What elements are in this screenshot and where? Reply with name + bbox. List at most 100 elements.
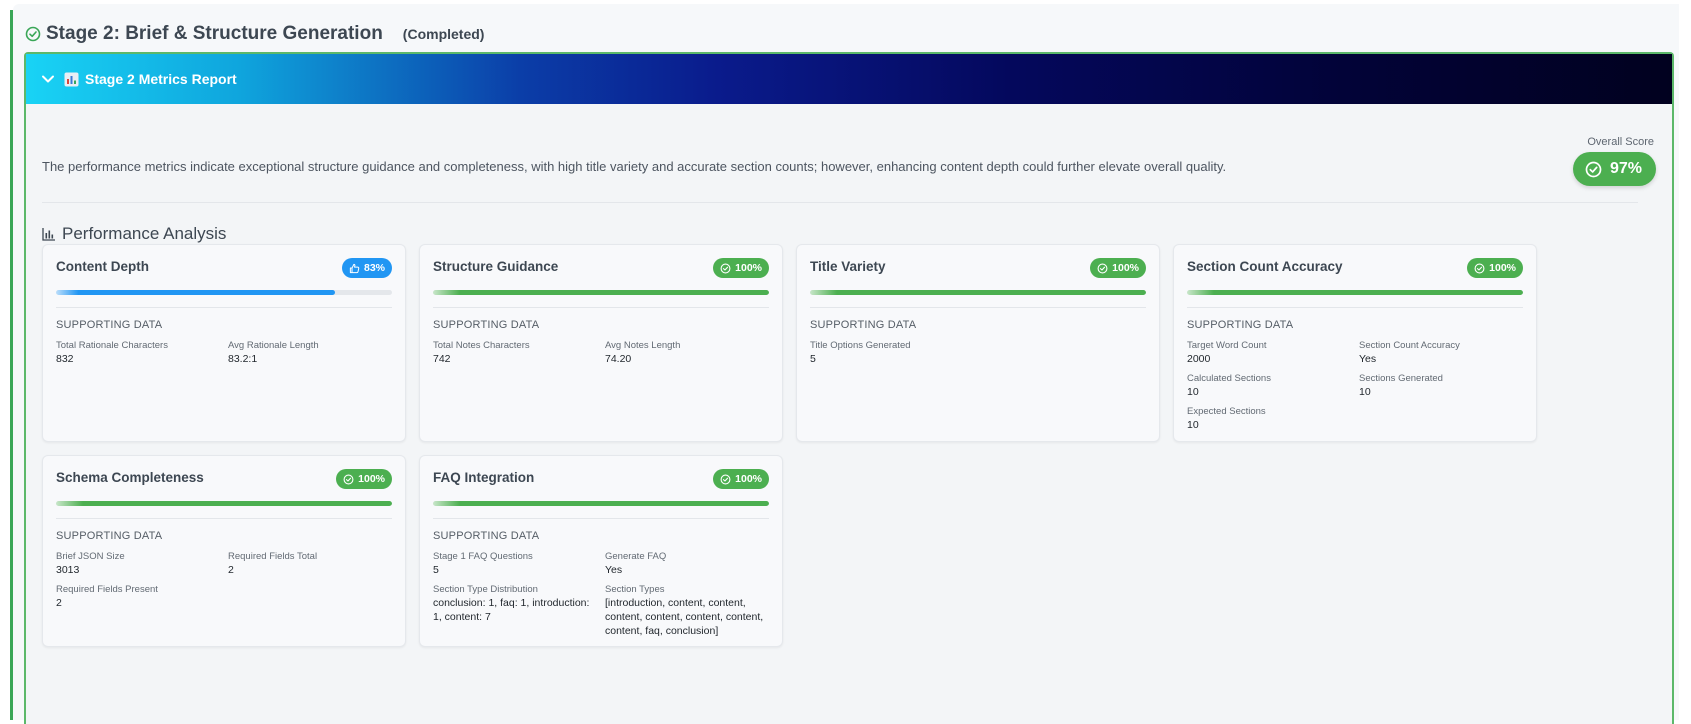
data-value: 74.20 bbox=[605, 353, 632, 365]
progress-fill bbox=[810, 290, 1146, 295]
report-toggle-header[interactable]: Stage 2 Metrics Report bbox=[26, 54, 1672, 104]
progress-fill bbox=[433, 290, 769, 295]
bar-chart-emoji-icon bbox=[64, 72, 79, 86]
stage-header: Stage 2: Brief & Structure Generation (C… bbox=[25, 18, 484, 50]
data-key: Expected Sections bbox=[1187, 406, 1266, 417]
check-circle-icon bbox=[343, 474, 354, 484]
performance-title: Performance Analysis bbox=[62, 224, 227, 243]
supporting-data-grid: Title Options Generated 5 bbox=[810, 340, 1148, 366]
progress-fill bbox=[56, 290, 335, 295]
check-circle-icon bbox=[720, 263, 731, 273]
chevron-down-icon bbox=[42, 75, 54, 83]
check-circle-icon bbox=[25, 26, 41, 42]
card-divider bbox=[433, 307, 769, 308]
supporting-data-grid: Total Notes Characters 742 Avg Notes Leng… bbox=[433, 340, 771, 366]
data-item: Sections Generated 10 bbox=[1359, 373, 1525, 399]
card-divider bbox=[810, 307, 1146, 308]
stage-title: Stage 2: Brief & Structure Generation bbox=[46, 23, 383, 44]
data-key: Section Count Accuracy bbox=[1359, 340, 1460, 351]
data-key: Target Word Count bbox=[1187, 340, 1267, 351]
score-badge: 100% bbox=[336, 469, 392, 489]
progress-fill bbox=[56, 501, 392, 506]
data-item: Generate FAQ Yes bbox=[605, 551, 771, 577]
data-item: Total Rationale Characters 832 bbox=[56, 340, 228, 366]
data-item: Avg Notes Length 74.20 bbox=[605, 340, 771, 366]
score-badge: 100% bbox=[1467, 258, 1523, 278]
data-key: Calculated Sections bbox=[1187, 373, 1271, 384]
data-key: Required Fields Present bbox=[56, 584, 158, 595]
supporting-data-label: SUPPORTING DATA bbox=[433, 319, 540, 331]
stage-panel: Stage 2: Brief & Structure Generation (C… bbox=[13, 4, 1679, 724]
overall-score-badge: 97% bbox=[1572, 152, 1656, 186]
progress-bar bbox=[433, 290, 769, 295]
overall-score-label: Overall Score bbox=[1587, 136, 1654, 148]
score-badge: 100% bbox=[713, 469, 769, 489]
supporting-data-label: SUPPORTING DATA bbox=[810, 319, 917, 331]
data-item: Section Count Accuracy Yes bbox=[1359, 340, 1525, 366]
supporting-data-label: SUPPORTING DATA bbox=[1187, 319, 1294, 331]
card-divider bbox=[56, 307, 392, 308]
metric-card-section-count-accuracy: Section Count Accuracy 100% SUPPORTING D… bbox=[1173, 244, 1537, 442]
score-badge: 100% bbox=[1090, 258, 1146, 278]
progress-bar bbox=[810, 290, 1146, 295]
data-key: Avg Rationale Length bbox=[228, 340, 319, 351]
page: Stage 2: Brief & Structure Generation (C… bbox=[0, 0, 1691, 724]
supporting-data-label: SUPPORTING DATA bbox=[433, 530, 540, 542]
score-value: 100% bbox=[358, 473, 385, 485]
data-item: Avg Rationale Length 83.2:1 bbox=[228, 340, 394, 366]
score-badge: 100% bbox=[713, 258, 769, 278]
data-value: 2 bbox=[56, 597, 62, 609]
score-value: 83% bbox=[363, 262, 385, 274]
supporting-data-grid: Target Word Count 2000 Section Count Accu… bbox=[1187, 340, 1525, 432]
progress-bar bbox=[56, 501, 392, 506]
data-item: Title Options Generated 5 bbox=[810, 340, 982, 366]
performance-heading: Performance Analysis bbox=[42, 224, 226, 244]
data-value: 5 bbox=[810, 353, 816, 365]
data-item: Expected Sections 10 bbox=[1187, 406, 1359, 432]
metric-card-structure-guidance: Structure Guidance 100% SUPPORTING DATA … bbox=[419, 244, 783, 442]
data-key: Brief JSON Size bbox=[56, 551, 125, 562]
data-key: Total Notes Characters bbox=[433, 340, 530, 351]
progress-bar bbox=[1187, 290, 1523, 295]
data-value: Yes bbox=[605, 564, 623, 576]
card-divider bbox=[56, 518, 392, 519]
data-item: Target Word Count 2000 bbox=[1187, 340, 1359, 366]
check-circle-icon bbox=[1585, 161, 1602, 177]
data-key: Generate FAQ bbox=[605, 551, 667, 562]
progress-bar bbox=[56, 290, 392, 295]
data-value: 3013 bbox=[56, 564, 80, 576]
data-key: Title Options Generated bbox=[810, 340, 911, 351]
check-circle-icon bbox=[1474, 263, 1485, 273]
metric-card-schema-completeness: Schema Completeness 100% SUPPORTING DATA… bbox=[42, 455, 406, 647]
data-value: 10 bbox=[1359, 386, 1371, 398]
overall-score: Overall Score 97% bbox=[1572, 136, 1656, 186]
data-item: Section Types [introduction, content, con… bbox=[605, 584, 771, 638]
data-item: Total Notes Characters 742 bbox=[433, 340, 605, 366]
report-title: Stage 2 Metrics Report bbox=[85, 71, 237, 87]
data-key: Sections Generated bbox=[1359, 373, 1443, 384]
score-value: 100% bbox=[1489, 262, 1516, 274]
supporting-data-grid: Brief JSON Size 3013 Required Fields Tota… bbox=[56, 551, 394, 610]
data-key: Total Rationale Characters bbox=[56, 340, 168, 351]
data-value: 10 bbox=[1187, 386, 1199, 398]
data-item: Brief JSON Size 3013 bbox=[56, 551, 228, 577]
supporting-data-label: SUPPORTING DATA bbox=[56, 530, 163, 542]
metrics-report: Stage 2 Metrics Report The performance m… bbox=[24, 52, 1674, 724]
score-value: 100% bbox=[1112, 262, 1139, 274]
data-value: 83.2:1 bbox=[228, 353, 258, 365]
score-value: 100% bbox=[735, 473, 762, 485]
score-badge: 83% bbox=[341, 258, 392, 278]
data-key: Avg Notes Length bbox=[605, 340, 681, 351]
card-divider bbox=[1187, 307, 1523, 308]
metric-card-faq-integration: FAQ Integration 100% SUPPORTING DATA Sta… bbox=[419, 455, 783, 647]
data-item: Section Type Distribution conclusion: 1, … bbox=[433, 584, 605, 638]
data-value: 742 bbox=[433, 353, 451, 365]
supporting-data-grid: Stage 1 FAQ Questions 5 Generate FAQ Yes S… bbox=[433, 551, 771, 638]
data-item: Stage 1 FAQ Questions 5 bbox=[433, 551, 605, 577]
progress-fill bbox=[433, 501, 769, 506]
data-value: 2000 bbox=[1187, 353, 1211, 365]
check-circle-icon bbox=[1097, 263, 1108, 273]
data-item: Required Fields Present 2 bbox=[56, 584, 228, 610]
data-key: Required Fields Total bbox=[228, 551, 318, 562]
data-key: Section Type Distribution bbox=[433, 584, 538, 595]
